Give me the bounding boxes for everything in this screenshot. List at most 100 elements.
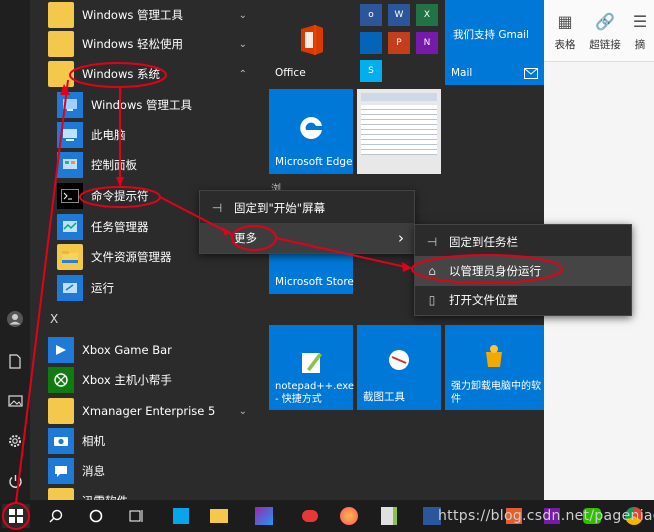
hyperlink-button[interactable]: 🔗 超链接 [584, 12, 626, 52]
app-label: Windows 管理工具 [82, 8, 183, 22]
app-label: Xmanager Enterprise 5 [82, 404, 216, 418]
menu-item-label: 固定到"开始"屏幕 [234, 201, 326, 215]
app-swatch [302, 510, 318, 522]
taskbar-app-icon[interactable] [167, 504, 195, 528]
menu-item-pin-to-start[interactable]: ⊣ 固定到"开始"屏幕 [200, 193, 414, 223]
taskbar-ide-icon[interactable] [250, 504, 278, 528]
app-label: Windows 轻松使用 [82, 37, 183, 51]
tile-store[interactable]: Microsoft Store [269, 250, 354, 294]
skype-icon[interactable]: S [360, 60, 382, 82]
tile-screenshot-preview[interactable] [357, 89, 441, 174]
folder-icon [48, 398, 74, 424]
tile-edge[interactable]: Microsoft Edge [269, 89, 353, 174]
tile-gmail-mail[interactable]: 我们支持 Gmail Mail [445, 0, 544, 85]
context-menu-more: ⊣ 固定到任务栏 ⌂ 以管理员身份运行 ▯ 打开文件位置 [414, 224, 632, 316]
app-windows-ease-of-access-folder[interactable]: Windows 轻松使用 ⌄ [48, 29, 263, 59]
list-icon: ☰ [632, 12, 648, 31]
menu-item-run-as-admin[interactable]: ⌂ 以管理员身份运行 [415, 256, 631, 286]
cmd-icon [57, 183, 83, 209]
table-label: 表格 [554, 39, 576, 51]
menu-item-more[interactable]: 更多 › [200, 223, 414, 253]
app-run[interactable]: 运行 [57, 273, 272, 303]
outlook-icon[interactable]: o [360, 4, 382, 26]
onedrive-icon[interactable] [360, 32, 382, 54]
edge-icon [300, 116, 322, 139]
tile-office[interactable]: Office [269, 0, 353, 85]
onenote-icon[interactable]: N [416, 32, 438, 54]
menu-item-label: 固定到任务栏 [449, 235, 518, 249]
menu-item-label: 打开文件位置 [449, 293, 518, 307]
admin-shield-icon: ⌂ [428, 264, 436, 278]
app-messaging[interactable]: 消息 [48, 456, 263, 486]
app-label: 命令提示符 [91, 189, 149, 203]
folder-icon [48, 31, 74, 57]
app-swatch [381, 507, 397, 525]
taskbar-snail-icon[interactable] [296, 504, 324, 528]
powerpoint-icon[interactable]: P [388, 32, 410, 54]
menu-item-open-file-location[interactable]: ▯ 打开文件位置 [415, 285, 631, 315]
app-camera[interactable]: 相机 [48, 426, 263, 456]
office-icon [301, 25, 323, 55]
word-icon[interactable]: W [388, 4, 410, 26]
app-swatch [210, 509, 228, 523]
app-windows-admin-tools-folder[interactable]: Windows 管理工具 ⌄ [48, 0, 263, 30]
section-letter-x[interactable]: X [50, 312, 58, 326]
control-panel-icon [57, 152, 83, 178]
tile-label: 截图工具 [363, 391, 405, 403]
app-this-pc[interactable]: 此电脑 [57, 120, 272, 150]
app-label: 此电脑 [91, 128, 126, 142]
preview-lines [361, 105, 437, 155]
context-menu-primary: ⊣ 固定到"开始"屏幕 更多 › [199, 190, 415, 254]
start-left-rail [0, 0, 30, 500]
user-avatar-icon[interactable] [4, 308, 26, 330]
tile-uninstall-software[interactable]: 强力卸载电脑中的软件 [445, 325, 544, 410]
partial-label: 摘 [634, 39, 646, 51]
app-xmanager-folder[interactable]: Xmanager Enterprise 5 ⌄ [48, 396, 263, 426]
app-label: Xbox 主机小帮手 [82, 373, 172, 387]
app-label: 相机 [82, 434, 105, 448]
settings-gear-icon[interactable] [4, 430, 26, 452]
taskbar-firefox-icon[interactable] [335, 504, 363, 528]
app-xbox-companion[interactable]: Xbox 主机小帮手 [48, 365, 263, 395]
chevron-up-icon: ⌃ [238, 68, 247, 80]
taskbar-notepad-plus-icon[interactable] [375, 504, 403, 528]
app-swatch [340, 507, 358, 525]
taskbar-file-explorer-icon[interactable] [205, 504, 233, 528]
task-view-icon[interactable] [122, 504, 150, 528]
pictures-icon[interactable] [4, 390, 26, 412]
link-icon: 🔗 [595, 12, 615, 31]
app-control-panel[interactable]: 控制面板 [57, 150, 272, 180]
table-button[interactable]: ▦ 表格 [544, 12, 586, 52]
app-windows-system-folder[interactable]: Windows 系统 ⌃ [48, 59, 263, 89]
search-icon[interactable] [42, 504, 70, 528]
partial-button[interactable]: ☰ 摘 [626, 12, 654, 52]
uninstall-bag-icon [486, 345, 502, 367]
excel-icon[interactable]: X [416, 4, 438, 26]
menu-item-pin-to-taskbar[interactable]: ⊣ 固定到任务栏 [415, 227, 631, 257]
chevron-down-icon: ⌄ [238, 405, 247, 417]
tile-notepad-plus[interactable]: notepad++.exe - 快捷方式 [269, 325, 354, 410]
snipping-tool-icon [389, 350, 409, 370]
editor-toolbar: ▦ 表格 🔗 超链接 ☰ 摘 [544, 0, 654, 62]
documents-icon[interactable] [4, 350, 26, 372]
app-swatch [255, 507, 273, 525]
app-label: Windows 系统 [82, 67, 160, 81]
start-button[interactable] [2, 504, 30, 528]
app-windows-admin-tools[interactable]: Windows 管理工具 [57, 90, 272, 120]
notepad-plus-icon [302, 353, 322, 373]
app-label: 任务管理器 [91, 220, 149, 234]
menu-item-label: 更多 [234, 231, 257, 245]
tile-snipping-tool[interactable]: 截图工具 [357, 325, 441, 410]
hyperlink-label: 超链接 [589, 39, 621, 51]
file-location-icon: ▯ [428, 293, 436, 307]
folder-icon [48, 2, 74, 28]
camera-icon [48, 428, 74, 454]
cortana-icon[interactable] [82, 504, 110, 528]
run-icon [57, 275, 83, 301]
computer-icon [57, 122, 83, 148]
app-xbox-game-bar[interactable]: Xbox Game Bar [48, 335, 263, 365]
power-icon[interactable] [4, 470, 26, 492]
tile-office-apps-group[interactable]: o W X P N S [357, 0, 441, 85]
tile-gmail-label: 我们支持 Gmail [453, 29, 529, 41]
app-label: 文件资源管理器 [91, 250, 172, 264]
